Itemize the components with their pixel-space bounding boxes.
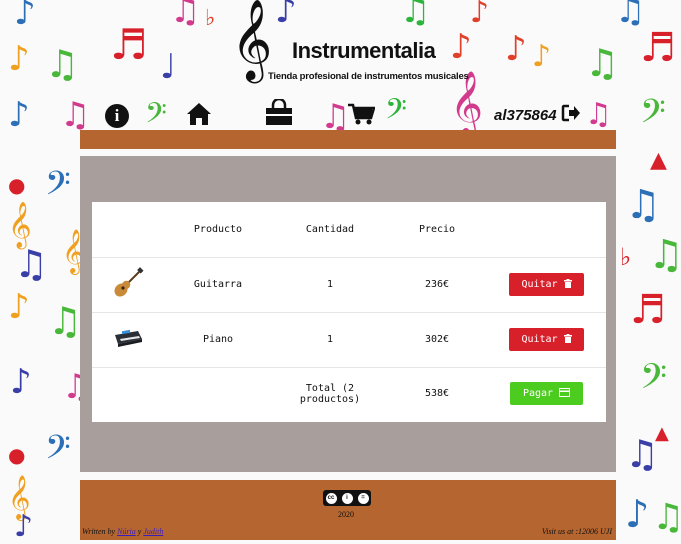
product-quantity: 1 (326, 279, 334, 290)
remove-guitar-button[interactable]: Quitar (509, 273, 584, 296)
product-price: 302€ (424, 334, 450, 345)
footer-authors: Written by Núria y Judith (82, 527, 164, 536)
shopping-bag-icon[interactable] (264, 99, 294, 127)
author-link-judith[interactable]: Judith (143, 527, 163, 536)
site-footer: cc i = 2020 Written by Núria y Judith Vi… (80, 480, 616, 540)
header-price: Precio (418, 223, 456, 235)
footer-visit: Visit us at :12006 UJI (541, 527, 612, 536)
trash-icon (563, 333, 572, 346)
cart-total-label: Total (2 productos) (299, 382, 361, 405)
guitar-image (112, 267, 144, 302)
pay-button-label: Pagar (522, 388, 554, 400)
piano-image (112, 327, 144, 352)
home-icon[interactable] (186, 102, 212, 126)
product-price: 236€ (424, 279, 450, 290)
treble-clef-logo-icon: 𝄞 (231, 0, 273, 80)
footer-year: 2020 (338, 510, 354, 519)
author-link-nuria[interactable]: Núria (117, 527, 136, 536)
site-tagline: Tienda profesional de instrumentos music… (268, 71, 469, 82)
credit-card-icon (559, 387, 571, 400)
remove-button-label: Quitar (521, 279, 558, 290)
remove-button-label: Quitar (521, 334, 558, 345)
remove-piano-button[interactable]: Quitar (509, 328, 584, 351)
header-product: Producto (193, 223, 243, 235)
cart-total-row: Total (2 productos) 538€ Pagar (92, 367, 606, 420)
username: al375864 (494, 106, 557, 124)
cart-icon[interactable] (347, 102, 375, 126)
site-header: 𝄞 Instrumentalia Tienda profesional de i… (0, 0, 681, 130)
product-quantity: 1 (326, 334, 334, 345)
cart-header-row: Producto Cantidad Precio (92, 202, 606, 257)
header-bar (80, 130, 616, 149)
cc-license-badge[interactable]: cc i = (323, 490, 371, 506)
site-title[interactable]: Instrumentalia (292, 38, 436, 64)
info-icon[interactable]: i (105, 104, 129, 128)
product-name: Piano (202, 334, 234, 345)
cart-row-guitar: Guitarra 1 236€ Quitar (92, 257, 606, 312)
trash-icon (563, 278, 572, 291)
pay-button[interactable]: Pagar (510, 382, 583, 406)
cart-row-piano: Piano 1 302€ Quitar (92, 312, 606, 367)
header-quantity: Cantidad (305, 223, 355, 235)
product-name: Guitarra (193, 279, 243, 290)
cart-total-price: 538€ (424, 388, 450, 400)
user-logout-link[interactable]: al375864 (494, 104, 581, 126)
cart-table: Producto Cantidad Precio Guitarra 1 236€… (92, 202, 606, 422)
sign-out-icon (561, 104, 581, 126)
